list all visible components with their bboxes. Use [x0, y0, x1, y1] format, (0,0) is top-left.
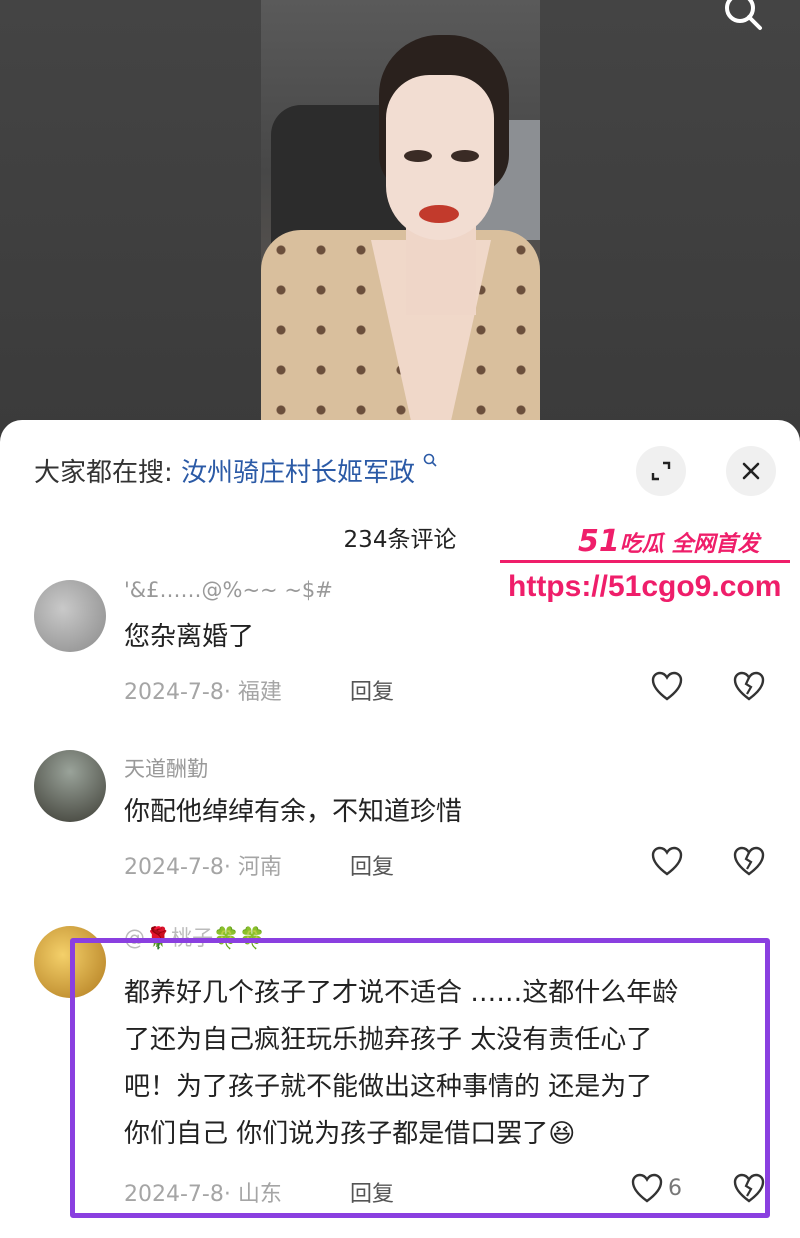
watermark-brand: 51吃瓜 全网首发: [578, 524, 759, 559]
avatar[interactable]: [34, 580, 106, 652]
trending-search-prefix: 大家都在搜:: [34, 458, 173, 488]
watermark-brand-text: 吃瓜 全网首发: [619, 532, 760, 557]
comment-text: 您杂离婚了: [124, 622, 255, 652]
search-icon[interactable]: [718, 0, 768, 34]
broken-heart-icon[interactable]: [732, 845, 766, 879]
highlight-annotation-box: [70, 938, 770, 1218]
reply-button[interactable]: 回复: [350, 674, 394, 706]
close-icon: [742, 462, 760, 480]
heart-icon[interactable]: [650, 845, 684, 879]
search-small-icon: [423, 452, 437, 471]
broken-heart-icon[interactable]: [732, 670, 766, 704]
watermark-brand-number: 51: [578, 524, 620, 559]
expand-icon: [651, 461, 671, 481]
heart-icon[interactable]: [650, 670, 684, 704]
comment-date-location: 2024-7-8· 河南: [124, 855, 282, 880]
comment-date-location: 2024-7-8· 福建: [124, 680, 282, 705]
video-thumbnail[interactable]: [261, 0, 540, 430]
comment-username[interactable]: 天道酬勤: [124, 753, 208, 783]
watermark-divider: [500, 560, 790, 563]
avatar[interactable]: [34, 750, 106, 822]
left-eye: [404, 150, 432, 162]
trending-search[interactable]: 大家都在搜: 汝州骑庄村长姬军政: [34, 452, 437, 489]
expand-button[interactable]: [636, 446, 686, 496]
video-preview-area: [0, 0, 800, 430]
reply-button[interactable]: 回复: [350, 849, 394, 881]
trending-search-link[interactable]: 汝州骑庄村长姬军政: [181, 458, 415, 488]
comment-text: 你配他绰绰有余，不知道珍惜: [124, 797, 463, 827]
right-eye: [451, 150, 479, 162]
watermark-url: https://51cgo9.com: [508, 570, 782, 603]
close-button[interactable]: [726, 446, 776, 496]
comment-username[interactable]: '&£……@%~~ ~$#: [124, 578, 333, 602]
lips: [419, 205, 459, 223]
